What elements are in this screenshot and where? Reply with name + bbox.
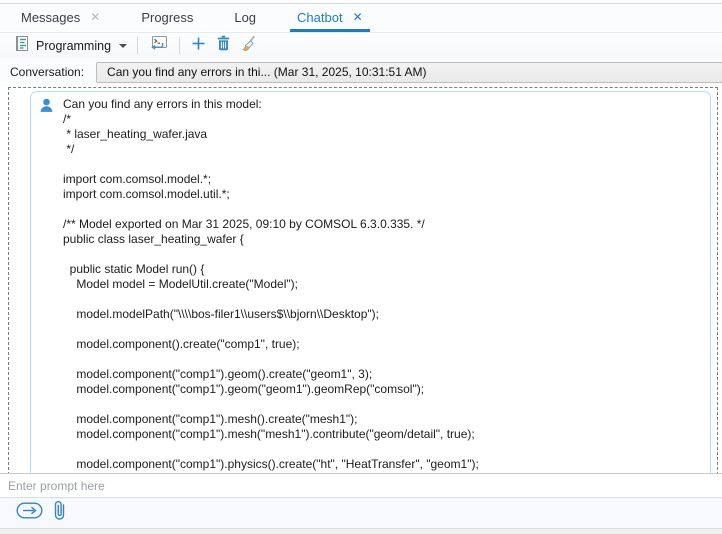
- toolbar-separator: [137, 37, 138, 54]
- mode-label: Programming: [36, 39, 111, 53]
- conversation-bar: Conversation: Can you find any errors in…: [0, 58, 722, 86]
- user-avatar-icon: [39, 98, 54, 119]
- tab-label: Chatbot: [297, 10, 343, 25]
- tab-messages[interactable]: Messages ✕: [14, 2, 107, 32]
- status-strip: [0, 528, 722, 534]
- tab-progress[interactable]: Progress: [134, 2, 200, 32]
- close-icon[interactable]: ✕: [353, 11, 363, 23]
- script-icon: [14, 35, 30, 57]
- console-icon: [149, 35, 168, 57]
- send-icon: [16, 502, 43, 524]
- chat-transcript: Can you find any errors in this model: /…: [0, 86, 722, 473]
- conversation-select[interactable]: Can you find any errors in thi... (Mar 3…: [96, 62, 722, 83]
- conversation-label: Conversation:: [10, 65, 84, 79]
- tab-log[interactable]: Log: [227, 2, 263, 32]
- send-button[interactable]: [16, 502, 43, 524]
- new-conversation-button[interactable]: [186, 34, 211, 58]
- tab-chatbot[interactable]: Chatbot ✕: [290, 2, 370, 32]
- attach-button[interactable]: [53, 500, 66, 526]
- chatbot-panel: Messages ✕ Progress Log Chatbot ✕: [0, 0, 722, 534]
- tab-bar: Messages ✕ Progress Log Chatbot ✕: [0, 0, 722, 33]
- tab-label: Progress: [141, 10, 193, 25]
- message-text: Can you find any errors in this model: /…: [63, 97, 700, 472]
- programming-mode-button[interactable]: Programming: [10, 33, 131, 59]
- delete-conversation-button[interactable]: [211, 33, 236, 58]
- prompt-actions: [0, 497, 722, 528]
- broom-icon: [241, 35, 257, 57]
- toolbar-separator: [179, 37, 180, 54]
- plus-icon: [191, 36, 206, 56]
- tab-label: Messages: [21, 10, 80, 25]
- prompt-row: [0, 473, 722, 497]
- user-message: Can you find any errors in this model: /…: [30, 91, 711, 473]
- close-icon[interactable]: ✕: [90, 11, 100, 23]
- prompt-input[interactable]: [0, 474, 722, 497]
- chatbot-toolbar: Programming: [0, 33, 722, 58]
- run-in-console-button[interactable]: [144, 33, 173, 59]
- tab-label: Log: [234, 10, 256, 25]
- clear-conversation-button[interactable]: [236, 33, 262, 59]
- trash-icon: [216, 35, 231, 56]
- chevron-down-icon: [119, 44, 127, 48]
- paperclip-icon: [53, 500, 66, 526]
- conversation-selected-value: Can you find any errors in thi... (Mar 3…: [107, 65, 427, 79]
